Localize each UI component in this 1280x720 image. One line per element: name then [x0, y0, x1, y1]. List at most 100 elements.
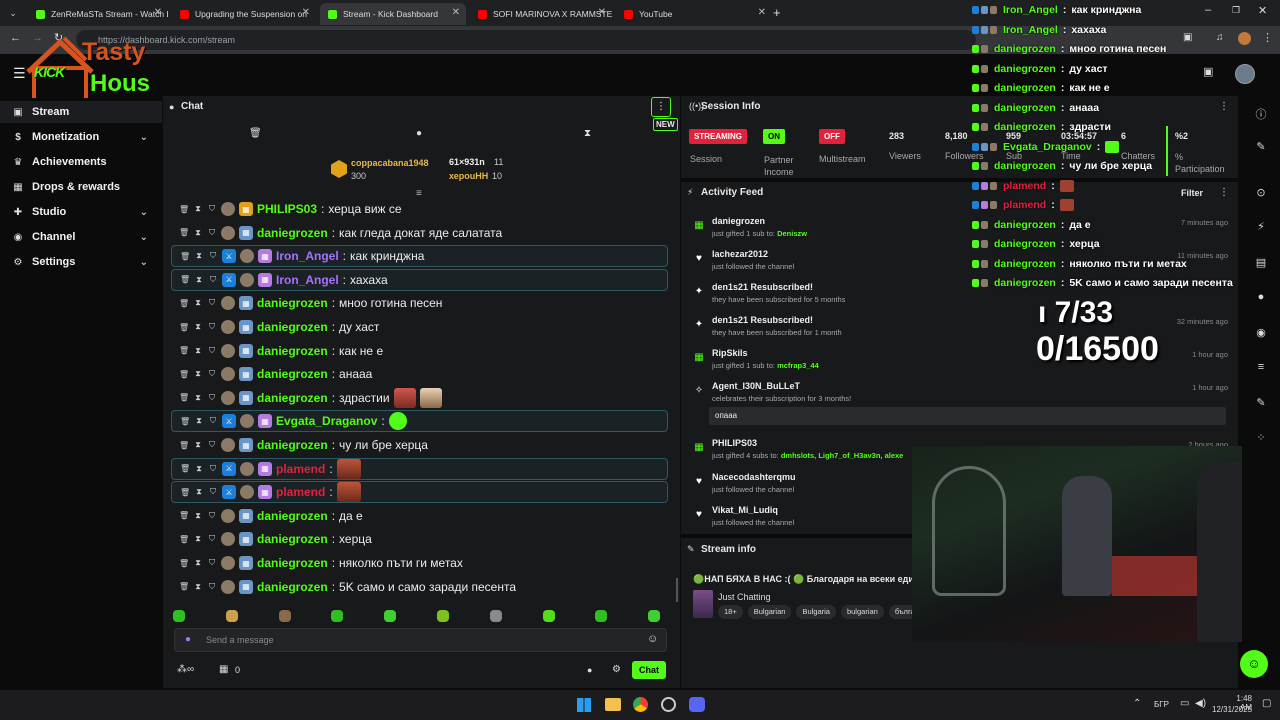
- trash-icon[interactable]: 🗑: [249, 128, 262, 139]
- stream-tag[interactable]: 18+: [718, 605, 743, 619]
- microphone-icon[interactable]: ●: [185, 634, 191, 645]
- chat-input[interactable]: ● Send a message ☺: [174, 628, 667, 652]
- chat-message[interactable]: 🗑 ⧗ ⛉ ▦ daniegrozen: ду хаст: [171, 316, 668, 338]
- wrench-tool-icon[interactable]: ✎: [1254, 396, 1268, 409]
- chat-message[interactable]: 🗑 ⧗ ⛉ ▦ daniegrozen:5K само и само заради пе…: [171, 576, 668, 598]
- infinity-icon[interactable]: ⁂∞: [177, 664, 194, 675]
- chat-username[interactable]: PHILIPS03: [257, 202, 317, 216]
- chat-username[interactable]: Iron_Angel: [276, 249, 339, 263]
- timeout-hourglass-icon[interactable]: ⧗: [193, 534, 203, 544]
- session-menu-icon[interactable]: ⋮: [1219, 101, 1229, 112]
- tab-close-icon[interactable]: ✕: [302, 7, 310, 18]
- chat-message[interactable]: 🗑 ⧗ ⛉ ▦ PHILIPS03: херца виж се: [171, 198, 668, 220]
- activity-name[interactable]: lachezar2012: [712, 249, 768, 259]
- timeout-hourglass-icon[interactable]: ⧗: [193, 369, 203, 379]
- tab-close-icon[interactable]: ✕: [598, 7, 606, 18]
- pencil-icon[interactable]: ✎: [1254, 140, 1268, 153]
- delete-message-icon[interactable]: 🗑: [179, 205, 189, 214]
- timeout-hourglass-icon[interactable]: ⧗: [194, 487, 204, 497]
- emote-quick-icon[interactable]: [595, 610, 608, 622]
- chat-username[interactable]: daniegrozen: [257, 344, 328, 358]
- activity-name[interactable]: PHILIPS03: [712, 438, 757, 448]
- activity-item[interactable]: ▦ daniegrozen just gifted 1 sub to: Denisz…: [691, 216, 1228, 248]
- chat-username[interactable]: Iron_Angel: [276, 273, 339, 287]
- chat-menu-button[interactable]: ⋮: [651, 97, 671, 117]
- delete-message-icon[interactable]: 🗑: [179, 441, 189, 450]
- activity-name[interactable]: Agent_I30N_BuLLeT: [712, 381, 800, 391]
- chat-message[interactable]: 🗑 ⧗ ⛉ ▦ daniegrozen: анааа: [171, 363, 668, 385]
- delete-message-icon[interactable]: 🗑: [180, 252, 190, 261]
- stream-tag[interactable]: Bulgaria: [796, 605, 836, 619]
- browser-tab[interactable]: Stream - Kick Dashboard ✕: [320, 3, 466, 25]
- delete-message-icon[interactable]: 🗑: [180, 417, 190, 426]
- window-close-icon[interactable]: ✕: [1258, 4, 1267, 17]
- grid-icon[interactable]: ⁘: [1254, 431, 1268, 444]
- chat-username[interactable]: plamend: [276, 485, 325, 499]
- delete-message-icon[interactable]: 🗑: [179, 511, 189, 520]
- ban-shield-icon[interactable]: ⛉: [208, 416, 218, 426]
- delete-message-icon[interactable]: 🗑: [179, 393, 189, 402]
- emote-quick-icon[interactable]: [173, 610, 185, 622]
- tray-chevron-icon[interactable]: ⌃: [1133, 698, 1141, 709]
- emote-quick-icon[interactable]: [489, 610, 502, 622]
- chat-message[interactable]: 🗑 ⧗ ⛉ ▦ daniegrozen: здрастии: [171, 387, 668, 409]
- activity-target[interactable]: dmhslots, Ligh7_of_H3av3n, alexe: [781, 451, 904, 460]
- chat-message[interactable]: 🗑 ⧗ ⛉ ▦ daniegrozen: как не е: [171, 340, 668, 362]
- chat-message[interactable]: 🗑 ⧗ ⛉ ▦ daniegrozen: херца: [171, 528, 668, 550]
- ban-shield-icon[interactable]: ⛉: [207, 228, 217, 238]
- browser-tab[interactable]: Upgrading the Suspension on ✕: [172, 3, 316, 25]
- url-field[interactable]: https://dashboard.kick.com/stream: [76, 30, 976, 50]
- chat-username[interactable]: daniegrozen: [257, 438, 328, 452]
- slowmode-hourglass-icon[interactable]: ⧗: [584, 128, 591, 139]
- emote-quick-icon[interactable]: [437, 610, 449, 622]
- chat-message[interactable]: 🗑 ⧗ ⛉ ⚔ ▦ plamend:: [171, 457, 668, 480]
- category-name[interactable]: Just Chatting: [718, 592, 771, 602]
- emoji-icon[interactable]: ☺: [647, 633, 658, 645]
- tab-list-icon[interactable]: ⌄: [6, 6, 20, 20]
- chat-username[interactable]: daniegrozen: [257, 532, 328, 546]
- clock-date[interactable]: 12/31/2025: [1212, 705, 1252, 714]
- extensions-icon[interactable]: ▣: [1183, 32, 1192, 43]
- sidebar-item-monetization[interactable]: $ Monetization ⌄: [0, 126, 162, 148]
- ban-shield-icon[interactable]: ⛉: [207, 298, 217, 308]
- chat-username[interactable]: Evgata_Draganov: [276, 414, 377, 428]
- ban-shield-icon[interactable]: ⛉: [207, 369, 217, 379]
- activity-target[interactable]: mcfrap3_44: [777, 361, 819, 370]
- timeout-hourglass-icon[interactable]: ⧗: [194, 251, 204, 261]
- lightning-tool-icon[interactable]: ⚡: [1254, 220, 1268, 233]
- minimize-icon[interactable]: –: [1205, 4, 1211, 16]
- maximize-icon[interactable]: ❐: [1232, 5, 1240, 16]
- activity-name[interactable]: daniegrozen: [712, 216, 765, 226]
- browser-menu-icon[interactable]: ⋮: [1262, 31, 1273, 44]
- timeout-hourglass-icon[interactable]: ⧗: [194, 275, 204, 285]
- ban-shield-icon[interactable]: ⛉: [208, 464, 218, 474]
- crosshair-icon[interactable]: ⊙: [1254, 186, 1268, 199]
- ban-shield-icon[interactable]: ⛉: [207, 440, 217, 450]
- chat-message[interactable]: 🗑 ⧗ ⛉ ⚔ ▦ Iron_Angel: хахаха: [171, 268, 668, 291]
- timeout-hourglass-icon[interactable]: ⧗: [193, 558, 203, 568]
- ban-shield-icon[interactable]: ⛉: [208, 487, 218, 497]
- language-indicator[interactable]: БГР: [1154, 700, 1169, 709]
- sidebar-item-channel[interactable]: ◉ Channel ⌄: [0, 226, 162, 248]
- chrome-icon[interactable]: [633, 697, 648, 712]
- sidebar-item-stream[interactable]: ▣ Stream: [0, 101, 162, 123]
- timeout-hourglass-icon[interactable]: ⧗: [193, 393, 203, 403]
- timeout-hourglass-icon[interactable]: ⧗: [193, 582, 203, 592]
- stream-tag[interactable]: Bulgarian: [747, 605, 792, 619]
- camera-icon[interactable]: ▣: [1203, 65, 1213, 78]
- chat-username[interactable]: daniegrozen: [257, 580, 328, 594]
- emote-quick-icon[interactable]: [225, 610, 238, 622]
- emote-quick-icon[interactable]: [278, 610, 291, 622]
- sidebar-item-studio[interactable]: ✚ Studio ⌄: [0, 201, 162, 223]
- chat-username[interactable]: daniegrozen: [257, 226, 328, 240]
- chat-message[interactable]: 🗑 ⧗ ⛉ ▦ daniegrozen: да е: [171, 505, 668, 527]
- chat-settings-bubble-icon[interactable]: ●: [587, 665, 592, 675]
- new-tab-icon[interactable]: +: [773, 5, 781, 20]
- emote-quick-icon[interactable]: [542, 610, 555, 622]
- user-avatar[interactable]: [1235, 64, 1255, 84]
- ban-shield-icon[interactable]: ⛉: [208, 251, 218, 261]
- ban-shield-icon[interactable]: ⛉: [207, 393, 217, 403]
- chat-username[interactable]: daniegrozen: [257, 391, 328, 405]
- activity-name[interactable]: Vikat_Mi_Ludiq: [712, 505, 778, 515]
- ban-shield-icon[interactable]: ⛉: [207, 582, 217, 592]
